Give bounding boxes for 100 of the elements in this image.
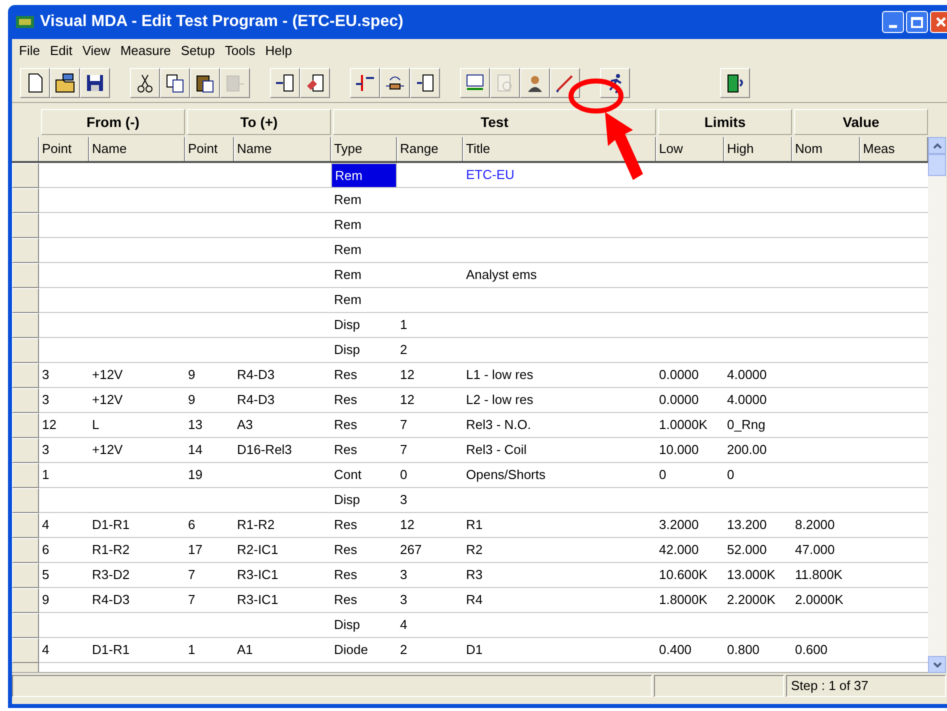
table-cell-text: Rel3 - N.O.	[466, 416, 532, 434]
table-cell-text: R1-R2	[237, 516, 275, 534]
table-cell-text: Disp	[334, 316, 360, 334]
table-cell-text: 3	[400, 566, 408, 584]
maximize-button[interactable]	[906, 11, 928, 33]
probe-icon[interactable]	[350, 68, 380, 98]
close-icon	[935, 16, 947, 28]
table-cell-text: ETC-EU	[466, 166, 514, 184]
column-header[interactable]: High	[724, 137, 792, 161]
person-icon[interactable]	[520, 68, 550, 98]
table-cell-text: 47.000	[795, 541, 835, 560]
table-cell-text: 9	[188, 366, 196, 384]
table-cell-text: D16-Rel3	[237, 441, 292, 460]
table-cell-text: R1-R2	[92, 541, 130, 560]
table-cell-text: Rem	[334, 266, 362, 284]
table-cell-text: 0.800	[727, 641, 760, 660]
table-cell-text: 7	[188, 566, 196, 584]
list-icon[interactable]	[410, 68, 440, 98]
column-header[interactable]: Low	[656, 137, 724, 161]
column-header[interactable]: Type	[331, 137, 397, 161]
scrollbar-thumb[interactable]	[928, 154, 946, 176]
status-text: Step : 1 of 37	[786, 675, 946, 697]
cut-icon[interactable]	[130, 68, 160, 98]
column-group-header: Value	[794, 109, 928, 135]
table-cell-text: 13	[188, 416, 202, 434]
column-group-header: From (-)	[41, 109, 185, 135]
column-header[interactable]: Name	[234, 137, 331, 161]
table-cell-text: D1	[466, 641, 483, 660]
table-cell-text: Opens/Shorts	[466, 466, 546, 484]
table-cell-text: 2.0000K	[795, 591, 844, 610]
table-cell-text: 10.600K	[659, 566, 708, 584]
copy-icon[interactable]	[160, 68, 190, 98]
table-cell-text: 4.0000	[727, 366, 767, 384]
table-cell-text: 0.0000	[659, 391, 699, 410]
menu-item[interactable]: Measure	[115, 41, 176, 61]
table-cell-text: 7	[400, 416, 408, 434]
table-cell-text: R4	[466, 591, 483, 610]
eraser-icon[interactable]	[300, 68, 330, 98]
table-cell-text: R1	[466, 516, 483, 534]
table-cell-text: 10.000	[659, 441, 699, 460]
new-file-icon[interactable]	[20, 68, 50, 98]
resistor-icon[interactable]	[380, 68, 410, 98]
table-cell-text: R3-IC1	[237, 566, 278, 584]
table-cell-text: A3	[237, 416, 253, 434]
table-cell-text: 0_Rng	[727, 416, 766, 434]
table-cell-text: 8.2000	[795, 516, 835, 534]
menu-item[interactable]: Help	[260, 41, 297, 61]
table-cell-text: Res	[334, 591, 358, 610]
table-cell-text: 13.000K	[727, 566, 776, 584]
table-cell-text: 1	[188, 641, 196, 660]
table-cell-text: A1	[237, 641, 253, 660]
meter-icon[interactable]	[460, 68, 490, 98]
table-cell-text: Rem	[334, 216, 362, 234]
column-header[interactable]: Point	[185, 137, 234, 161]
table-cell-text: 3	[42, 391, 50, 410]
column-header[interactable]: Range	[397, 137, 463, 161]
vertical-scrollbar[interactable]	[928, 137, 946, 673]
menu-item[interactable]: View	[77, 41, 116, 61]
column-header[interactable]: Point	[39, 137, 89, 161]
table-cell-text: 11.800K	[795, 566, 842, 584]
paste-icon[interactable]	[190, 68, 220, 98]
table-cell-text: R2-IC1	[237, 541, 278, 560]
table-cell-text: L2 - low res	[466, 391, 534, 410]
column-header[interactable]: Nom	[792, 137, 860, 161]
table-cell-text: Disp	[334, 341, 360, 360]
table-cell-text: D1-R1	[92, 516, 130, 534]
table-cell-text: 7	[400, 441, 408, 460]
open-folder-icon[interactable]	[50, 68, 80, 98]
table-cell-text: 52.000	[727, 541, 767, 560]
pen-icon[interactable]	[550, 68, 580, 98]
minimize-button[interactable]	[882, 11, 904, 33]
menu-item[interactable]: Edit	[44, 41, 78, 61]
table-cell-text: 3	[42, 441, 50, 460]
table-cell-text: Res	[334, 366, 358, 384]
table-cell-text: L1 - low res	[466, 366, 534, 384]
column-group-header: To (+)	[187, 109, 331, 135]
menu-item[interactable]: File	[14, 41, 45, 61]
table-cell-text: 4	[42, 516, 50, 534]
table-cell-text: +12V	[92, 441, 123, 460]
table-cell-text: 6	[188, 516, 196, 534]
table-cell-text: 3	[400, 591, 408, 610]
column-header[interactable]: Name	[89, 137, 185, 161]
row-header[interactable]	[12, 663, 39, 672]
table-cell-text: R3	[466, 566, 483, 584]
table-cell-text: 2.2000K	[727, 591, 776, 610]
table-cell-text: 0.400	[659, 641, 692, 660]
table-cell-text: 4	[400, 616, 408, 634]
table-cell-text: Res	[334, 441, 358, 460]
menu-item[interactable]: Setup	[176, 41, 220, 61]
close-button[interactable]	[930, 11, 947, 33]
save-icon[interactable]	[80, 68, 110, 98]
menu-item[interactable]: Tools	[220, 41, 260, 61]
insert-row-icon[interactable]	[270, 68, 300, 98]
table-cell-text: R4-D3	[237, 391, 275, 410]
table-cell-text: +12V	[92, 391, 123, 410]
exit-door-icon[interactable]	[720, 68, 750, 98]
table-cell-text: 1	[400, 316, 408, 334]
table-cell-text: D1-R1	[92, 641, 130, 660]
table-cell-text: R4-D3	[237, 366, 275, 384]
table-cell-text: 9	[42, 591, 50, 610]
